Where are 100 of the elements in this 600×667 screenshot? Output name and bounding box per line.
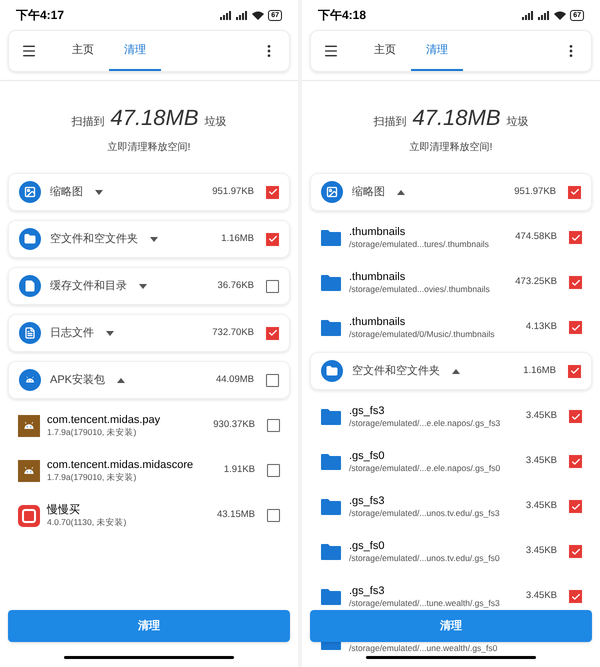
clean-button[interactable]: 清理 <box>8 610 290 642</box>
item-size: 3.45KB <box>526 454 557 468</box>
item-size: 474.58KB <box>515 230 557 244</box>
android-app-icon <box>18 414 40 436</box>
category-size: 36.76KB <box>218 278 254 293</box>
category-card[interactable]: 缩略图 951.97KB <box>8 173 290 211</box>
tab[interactable]: 清理 <box>109 31 161 71</box>
category-card[interactable]: APK安装包 44.09MB <box>8 361 290 399</box>
item-name: .gs_fs3 <box>349 494 386 508</box>
item-path: 1.7.9a(179010, 未安装) <box>47 427 138 438</box>
status-time: 下午4:17 <box>16 7 64 24</box>
category-card[interactable]: 缩略图 951.97KB <box>310 173 592 211</box>
signal-icon <box>538 10 550 20</box>
item-name: .thumbnails <box>349 315 406 329</box>
item-name: .gs_fs3 <box>349 404 386 418</box>
file-icon <box>19 275 41 297</box>
category-title: 缓存文件和目录 <box>50 278 127 294</box>
checkbox[interactable] <box>569 545 582 558</box>
checkbox[interactable] <box>266 326 279 340</box>
expand-caret-icon[interactable] <box>95 190 103 194</box>
category-title: 缩略图 <box>352 184 385 200</box>
checkbox[interactable] <box>267 464 280 477</box>
category-title: APK安装包 <box>50 372 106 388</box>
category-title: 日志文件 <box>50 326 94 341</box>
checkbox[interactable] <box>266 280 279 292</box>
item-path: /storage/emulated/...e.ele.napos/.gs_fs3 <box>349 418 500 429</box>
checkbox[interactable] <box>569 455 582 468</box>
clean-button[interactable]: 清理 <box>310 610 592 642</box>
folder-icon <box>320 498 342 516</box>
wifi-icon <box>554 10 566 20</box>
category-size: 1.16MB <box>523 364 556 378</box>
checkbox[interactable] <box>568 364 581 378</box>
android-app-icon <box>18 460 40 482</box>
checkbox[interactable] <box>267 509 280 522</box>
item-path: /storage/emulated...tures/.thumbnails <box>349 239 489 250</box>
folder-icon <box>320 542 342 560</box>
category-size: 951.97KB <box>212 184 254 199</box>
category-size: 44.09MB <box>216 372 254 387</box>
category-title: 空文件和空文件夹 <box>50 232 138 247</box>
item-size: 3.45KB <box>526 499 557 514</box>
app-icon <box>18 504 40 526</box>
folder-icon <box>320 452 342 470</box>
menu-icon[interactable] <box>21 43 37 59</box>
checkbox[interactable] <box>568 186 581 198</box>
folder-icon <box>320 408 342 426</box>
checkbox[interactable] <box>569 410 582 423</box>
item-size: 473.25KB <box>515 275 557 290</box>
image-icon <box>19 181 41 203</box>
item-path: /storage/emulated/...tune.wealth/.gs_fs3 <box>349 598 500 609</box>
wifi-icon <box>252 10 264 20</box>
folder-icon <box>320 588 342 606</box>
junk-label: 垃圾 <box>204 115 227 130</box>
item-path: /storage/emulated/...une.wealth/.gs_fs0 <box>349 643 498 654</box>
signal-icon <box>236 10 248 20</box>
expand-caret-icon[interactable] <box>106 330 114 336</box>
checkbox[interactable] <box>266 232 279 246</box>
item-path: 4.0.70(1130, 未安装) <box>47 517 126 528</box>
category-size: 951.97KB <box>514 184 556 199</box>
tab[interactable]: 主页 <box>57 31 109 71</box>
folder-icon <box>320 228 342 246</box>
folder-icon <box>320 318 342 336</box>
item-name: com.tencent.midas.midascore <box>47 458 194 472</box>
item-path: 1.7.9a(179010, 未安装) <box>47 472 138 483</box>
collapse-caret-icon[interactable] <box>117 378 126 382</box>
expand-caret-icon[interactable] <box>139 284 147 288</box>
item-name: .gs_fs0 <box>349 539 386 553</box>
item-path: /storage/emulated...ovies/.thumbnails <box>349 284 490 295</box>
checkbox[interactable] <box>569 321 582 334</box>
scan-label: 扫描到 <box>71 115 104 130</box>
checkbox[interactable] <box>266 186 279 198</box>
checkbox[interactable] <box>266 374 279 386</box>
checkbox[interactable] <box>569 231 582 244</box>
signal-icon <box>522 10 534 20</box>
menu-icon[interactable] <box>323 43 339 59</box>
checkbox[interactable] <box>569 590 582 603</box>
item-path: /storage/emulated/...unos.tv.edu/.gs_fs3 <box>349 508 500 519</box>
checkbox[interactable] <box>267 419 280 432</box>
tab[interactable]: 主页 <box>359 31 411 71</box>
item-name: 慢慢买 <box>47 503 81 517</box>
item-size: 3.45KB <box>526 589 557 604</box>
scan-label: 扫描到 <box>373 115 406 130</box>
category-card[interactable]: 缓存文件和目录 36.76KB <box>8 267 290 305</box>
category-card[interactable]: 日志文件 732.70KB <box>8 314 290 352</box>
collapse-caret-icon[interactable] <box>397 190 405 194</box>
item-name: .thumbnails <box>349 270 406 284</box>
category-card[interactable]: 空文件和空文件夹 1.16MB <box>310 352 592 390</box>
item-path: /storage/emulated/...e.ele.napos/.gs_fs0 <box>349 463 500 474</box>
category-card[interactable]: 空文件和空文件夹 1.16MB <box>8 220 290 258</box>
expand-caret-icon[interactable] <box>150 236 158 242</box>
signal-icon <box>220 10 232 20</box>
checkbox[interactable] <box>569 276 582 289</box>
junk-amount: 47.18MB <box>412 104 501 132</box>
subtitle: 立即清理释放空间! <box>410 140 492 155</box>
checkbox[interactable] <box>569 500 582 513</box>
item-size: 3.45KB <box>526 544 557 558</box>
folder-icon <box>320 274 342 292</box>
status-time: 下午4:18 <box>318 7 366 24</box>
folder-icon <box>321 360 343 382</box>
tab[interactable]: 清理 <box>411 31 463 71</box>
collapse-caret-icon[interactable] <box>452 368 460 374</box>
